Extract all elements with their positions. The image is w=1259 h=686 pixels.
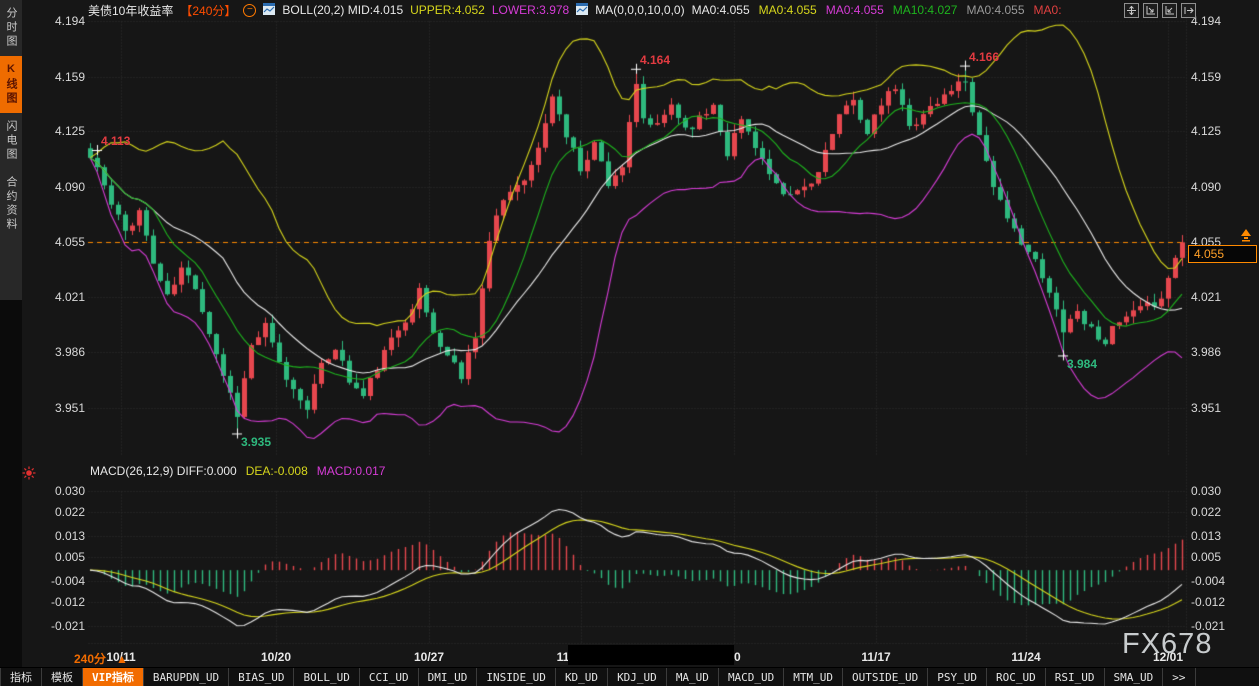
price-extreme-label: 3.935 — [241, 435, 271, 449]
ma-legend-value-1: MA0:4.055 — [759, 3, 817, 17]
ma-legend-value-2: MA0:4.055 — [826, 3, 884, 17]
period-badge[interactable]: 【240分】 — [180, 2, 236, 19]
macd-tick-left: 0.013 — [37, 529, 85, 543]
left-sidebar: 分时图K线图闪电图合约资料 — [0, 0, 22, 685]
boll-lower-value: LOWER:3.978 — [492, 3, 569, 17]
price-tick-left: 4.055 — [37, 235, 85, 249]
collapse-panel-icon[interactable] — [1181, 3, 1196, 18]
macd-tick-left: -0.012 — [37, 595, 85, 609]
tab-MTM_UD[interactable]: MTM_UD — [784, 668, 843, 686]
tab-INSIDE_UD[interactable]: INSIDE_UD — [477, 668, 556, 686]
price-tick-right: 4.125 — [1191, 124, 1221, 138]
price-tick-right: 3.951 — [1191, 401, 1221, 415]
last-price-box: 4.055 — [1188, 245, 1257, 263]
price-extreme-label: 4.164 — [640, 53, 670, 67]
price-tick-right: 3.986 — [1191, 345, 1221, 359]
indicator-tab-bar: 指标模板VIP指标BARUPDN_UDBIAS_UDBOLL_UDCCI_UDD… — [0, 667, 1259, 686]
macd-header: MACD(26,12,9) DIFF:0.000 DEA:-0.008 MACD… — [90, 464, 385, 478]
macd-dea-value: DEA:-0.008 — [246, 464, 308, 478]
kline-chart-canvas[interactable] — [0, 0, 1259, 685]
axis-zoom-right-icon[interactable] — [1162, 3, 1177, 18]
tab-RSI_UD[interactable]: RSI_UD — [1046, 668, 1105, 686]
macd-tick-left: 0.022 — [37, 505, 85, 519]
tab-CCI_UD[interactable]: CCI_UD — [360, 668, 419, 686]
tab->>[interactable]: >> — [1163, 668, 1195, 686]
boll-mid-value: BOLL(20,2) MID:4.015 — [282, 3, 403, 17]
macd-tick-right: -0.012 — [1191, 595, 1225, 609]
price-extreme-label: 4.166 — [969, 50, 999, 64]
indicator-header: 美债10年收益率 【240分】 − BOLL(20,2) MID:4.015 U… — [88, 2, 1062, 18]
tab-KD_UD[interactable]: KD_UD — [556, 668, 608, 686]
tab-MACD_UD[interactable]: MACD_UD — [719, 668, 784, 686]
macd-tick-right: 0.013 — [1191, 529, 1221, 543]
macd-tick-right: 0.005 — [1191, 550, 1221, 564]
tab-VIP指标[interactable]: VIP指标 — [83, 668, 144, 686]
chart-toolbar — [1124, 3, 1196, 18]
macd-diff-value: MACD(26,12,9) DIFF:0.000 — [90, 464, 237, 478]
watermark: FX678 — [1122, 628, 1212, 661]
tab-DMI_UD[interactable]: DMI_UD — [419, 668, 478, 686]
ma-legend-value-5: MA0: — [1034, 3, 1062, 17]
alarm-icon[interactable] — [22, 466, 36, 485]
xaxis-date-10/27: 10/27 — [414, 650, 444, 664]
ma-legend-value-0: MA0:4.055 — [692, 3, 750, 17]
period-up-arrow-icon[interactable]: ▲ — [116, 652, 128, 666]
tab-BOLL_UD[interactable]: BOLL_UD — [294, 668, 359, 686]
xaxis-period[interactable]: 240分▲ — [74, 650, 128, 667]
kline-app-window: 分时图K线图闪电图合约资料 美债10年收益率 【240分】 − BOLL(20,… — [0, 0, 1259, 685]
tab-OUTSIDE_UD[interactable]: OUTSIDE_UD — [843, 668, 928, 686]
macd-tick-right: 0.030 — [1191, 484, 1221, 498]
symbol-title: 美债10年收益率 — [88, 2, 173, 19]
macd-tick-left: -0.004 — [37, 574, 85, 588]
pan-move-icon[interactable] — [1124, 3, 1139, 18]
price-tick-right: 4.159 — [1191, 70, 1221, 84]
price-tick-left: 4.194 — [37, 14, 85, 28]
xaxis-date-10/20: 10/20 — [261, 650, 291, 664]
ma-legend: MA0:4.055 MA0:4.055 MA0:4.055 MA10:4.027 MA0… — [692, 3, 1062, 17]
macd-tick-left: -0.021 — [37, 619, 85, 633]
price-tick-left: 4.125 — [37, 124, 85, 138]
price-tick-left: 4.159 — [37, 70, 85, 84]
xaxis-date-11/24: 11/24 — [1011, 650, 1040, 664]
axis-zoom-left-icon[interactable] — [1143, 3, 1158, 18]
price-tick-right: 4.090 — [1191, 180, 1221, 194]
price-extreme-label: 4.113 — [101, 134, 130, 148]
ma-legend-value-3: MA10:4.027 — [893, 3, 958, 17]
tab-PSY_UD[interactable]: PSY_UD — [928, 668, 987, 686]
tab-SMA_UD[interactable]: SMA_UD — [1105, 668, 1164, 686]
tab-ROC_UD[interactable]: ROC_UD — [987, 668, 1046, 686]
price-tick-left: 3.986 — [37, 345, 85, 359]
ma-chart-icon[interactable] — [576, 3, 588, 18]
ma-params: MA(0,0,0,10,0,0) — [595, 3, 684, 17]
price-tick-left: 4.090 — [37, 180, 85, 194]
price-tick-left: 4.021 — [37, 290, 85, 304]
xaxis-date-11/17: 11/17 — [861, 650, 890, 664]
tab-MA_UD[interactable]: MA_UD — [667, 668, 719, 686]
collapse-indicator-icon[interactable]: − — [243, 4, 256, 17]
price-tick-right: 4.021 — [1191, 290, 1221, 304]
boll-upper-value: UPPER:4.052 — [410, 3, 485, 17]
sidebar-item-K线图[interactable]: K线图 — [0, 56, 22, 113]
price-tick-left: 3.951 — [37, 401, 85, 415]
macd-tick-right: -0.004 — [1191, 574, 1225, 588]
tab-模板[interactable]: 模板 — [42, 668, 83, 686]
tab-BIAS_UD[interactable]: BIAS_UD — [229, 668, 294, 686]
price-extreme-label: 3.984 — [1067, 357, 1097, 371]
macd-tick-left: 0.030 — [37, 484, 85, 498]
redaction-overlay — [568, 645, 734, 665]
sidebar-item-闪电图[interactable]: 闪电图 — [0, 113, 22, 169]
boll-chart-icon[interactable] — [263, 3, 275, 18]
sidebar-item-分时图[interactable]: 分时图 — [0, 0, 22, 56]
tab-BARUPDN_UD[interactable]: BARUPDN_UD — [144, 668, 229, 686]
sidebar-item-合约资料[interactable]: 合约资料 — [0, 169, 22, 239]
macd-tick-left: 0.005 — [37, 550, 85, 564]
macd-value: MACD:0.017 — [317, 464, 386, 478]
macd-tick-right: 0.022 — [1191, 505, 1221, 519]
tab-指标[interactable]: 指标 — [0, 668, 42, 686]
tab-KDJ_UD[interactable]: KDJ_UD — [608, 668, 667, 686]
ma-legend-value-4: MA0:4.055 — [966, 3, 1024, 17]
